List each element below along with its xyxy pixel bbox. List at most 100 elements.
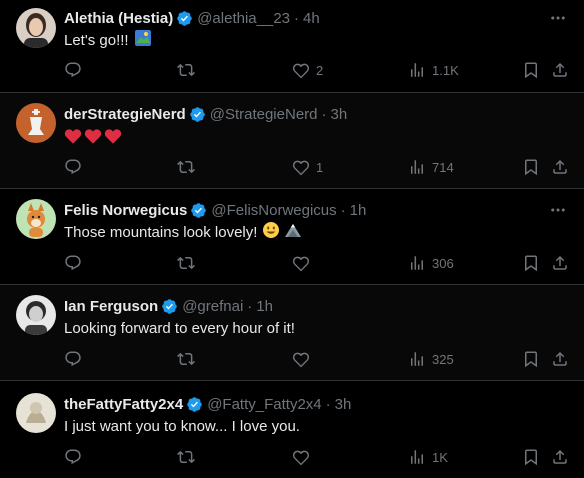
bookmark-icon: [525, 159, 537, 176]
retweet-icon: [177, 352, 195, 366]
tweet-header: Ian Ferguson @grefnai · 1h: [64, 296, 273, 316]
more-options-icon[interactable]: [548, 8, 568, 28]
like-button[interactable]: 1: [292, 157, 323, 177]
mountain-emoji-icon: [284, 221, 302, 243]
views-count: 325: [432, 351, 454, 367]
tweet-actions: 2 1.1K: [0, 60, 584, 80]
tweet-header: theFattyFatty2x4 @Fatty_Fatty2x4 · 3h: [64, 394, 351, 414]
retweet-button[interactable]: [177, 253, 201, 273]
reply-button[interactable]: [64, 253, 88, 273]
tweet[interactable]: theFattyFatty2x4 @Fatty_Fatty2x4 · 3h I …: [0, 381, 584, 478]
bookmark-icon: [525, 255, 537, 272]
views-button[interactable]: 1K: [408, 447, 448, 467]
views-count: 1K: [432, 449, 448, 465]
tweet-text-content: Let's go!!!: [64, 31, 129, 49]
reply-button[interactable]: [64, 447, 88, 467]
retweet-icon: [177, 256, 195, 270]
more-options-icon[interactable]: [548, 200, 568, 220]
display-name[interactable]: Ian Ferguson: [64, 298, 158, 315]
avatar[interactable]: [16, 393, 56, 433]
tweet[interactable]: Felis Norwegicus @FelisNorwegicus · 1h T…: [0, 189, 584, 285]
share-button[interactable]: [551, 60, 569, 80]
timestamp[interactable]: 3h: [331, 106, 348, 123]
views-button[interactable]: 714: [408, 157, 454, 177]
views-chart-icon: [411, 63, 423, 77]
tweet-text: Let's go!!!: [64, 29, 152, 51]
retweet-button[interactable]: [177, 447, 201, 467]
display-name[interactable]: Alethia (Hestia): [64, 10, 173, 27]
separator: ·: [340, 201, 346, 219]
timestamp[interactable]: 3h: [335, 396, 352, 413]
handle[interactable]: @alethia__23: [197, 10, 290, 27]
bookmark-button[interactable]: [522, 60, 540, 80]
views-chart-icon: [411, 160, 423, 174]
bookmark-button[interactable]: [522, 447, 540, 467]
share-button[interactable]: [551, 253, 569, 273]
tweet-text-content: Looking forward to every hour of it!: [64, 319, 295, 337]
separator: ·: [247, 297, 253, 315]
tweet-actions: 1 714: [0, 157, 584, 177]
handle[interactable]: @grefnai: [182, 298, 243, 315]
handle[interactable]: @Fatty_Fatty2x4: [207, 396, 321, 413]
reply-button[interactable]: [64, 60, 88, 80]
bookmark-button[interactable]: [522, 157, 540, 177]
tweet-text: Looking forward to every hour of it!: [64, 317, 295, 339]
image-emoji-icon: [134, 29, 152, 51]
timestamp[interactable]: 1h: [256, 298, 273, 315]
tweet-header: Felis Norwegicus @FelisNorwegicus · 1h: [64, 200, 366, 220]
share-button[interactable]: [551, 447, 569, 467]
bookmark-button[interactable]: [522, 349, 540, 369]
bookmark-button[interactable]: [522, 253, 540, 273]
tweet[interactable]: Alethia (Hestia) @alethia__23 · 4h Let's…: [0, 0, 584, 93]
verified-badge-icon: [177, 10, 192, 26]
bookmark-icon: [525, 449, 537, 466]
retweet-button[interactable]: [177, 157, 201, 177]
avatar[interactable]: [16, 103, 56, 143]
tweet-actions: 1K: [0, 447, 584, 467]
like-button[interactable]: [292, 253, 316, 273]
like-button[interactable]: [292, 349, 316, 369]
retweet-button[interactable]: [177, 349, 201, 369]
smiley-emoji-icon: [262, 221, 280, 243]
retweet-button[interactable]: [177, 60, 201, 80]
timestamp[interactable]: 4h: [303, 10, 320, 27]
share-button[interactable]: [551, 157, 569, 177]
handle[interactable]: @StrategieNerd: [210, 106, 318, 123]
tweet-header: Alethia (Hestia) @alethia__23 · 4h: [64, 8, 320, 28]
share-icon: [553, 351, 567, 366]
share-icon: [553, 449, 567, 464]
reply-icon: [65, 62, 81, 78]
views-chart-icon: [411, 256, 423, 270]
tweet-text-content: I just want you to know... I love you.: [64, 417, 300, 435]
reply-icon: [65, 255, 81, 271]
separator: ·: [325, 395, 331, 413]
tweet-actions: 306: [0, 253, 584, 273]
like-button[interactable]: [292, 447, 316, 467]
avatar[interactable]: [16, 199, 56, 239]
reply-button[interactable]: [64, 157, 88, 177]
share-button[interactable]: [551, 349, 569, 369]
views-button[interactable]: 1.1K: [408, 60, 459, 80]
views-count: 306: [432, 255, 454, 271]
reply-button[interactable]: [64, 349, 88, 369]
views-button[interactable]: 325: [408, 349, 454, 369]
heart-icon: [292, 160, 310, 176]
display-name[interactable]: theFattyFatty2x4: [64, 396, 183, 413]
handle[interactable]: @FelisNorwegicus: [211, 202, 336, 219]
heart-icon: [292, 352, 310, 368]
tweet-text: [64, 125, 122, 147]
display-name[interactable]: Felis Norwegicus: [64, 202, 187, 219]
views-count: 714: [432, 159, 454, 175]
avatar[interactable]: [16, 8, 56, 48]
tweet-text: Those mountains look lovely!: [64, 221, 302, 243]
retweet-icon: [177, 450, 195, 464]
timestamp[interactable]: 1h: [350, 202, 367, 219]
tweet[interactable]: derStrategieNerd @StrategieNerd · 3h 1 7…: [0, 93, 584, 189]
avatar[interactable]: [16, 295, 56, 335]
views-button[interactable]: 306: [408, 253, 454, 273]
like-button[interactable]: 2: [292, 60, 323, 80]
tweet-text: I just want you to know... I love you.: [64, 415, 300, 437]
tweet[interactable]: Ian Ferguson @grefnai · 1h Looking forwa…: [0, 285, 584, 381]
reply-icon: [65, 159, 81, 175]
display-name[interactable]: derStrategieNerd: [64, 106, 186, 123]
